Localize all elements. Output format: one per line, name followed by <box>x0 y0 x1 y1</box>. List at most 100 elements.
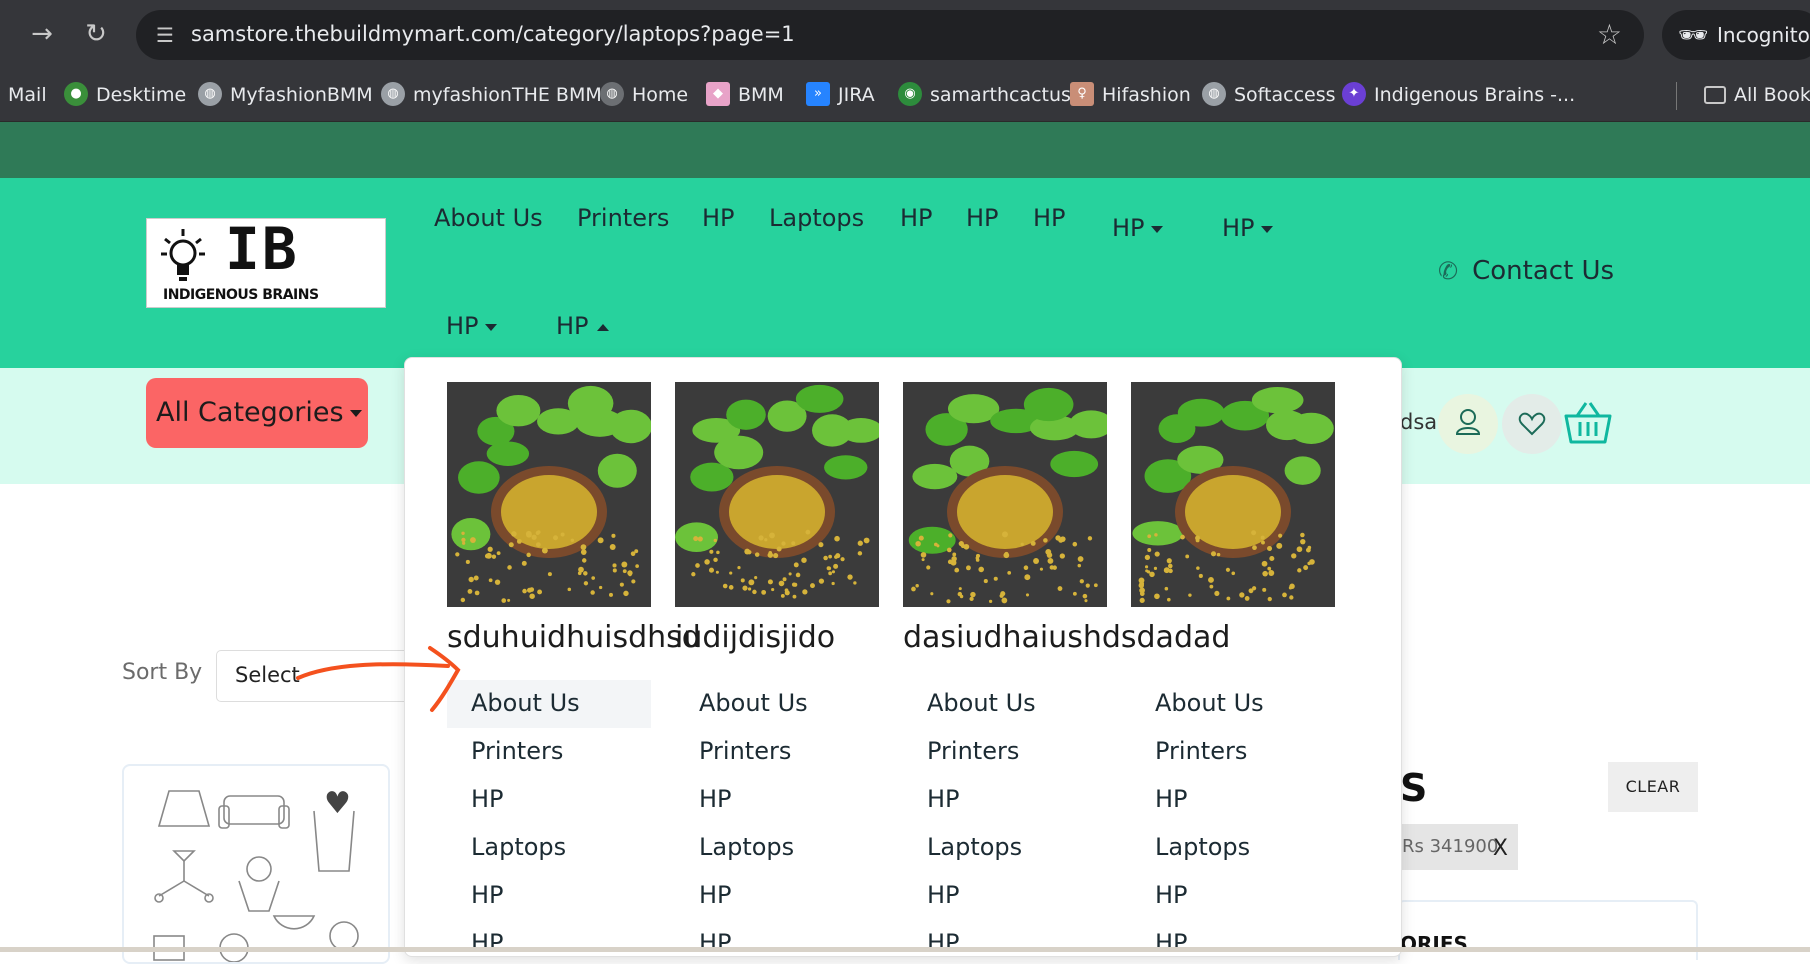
dropdown-link-printers[interactable]: Printers <box>903 728 1107 776</box>
bookmark-myfashionbmm[interactable]: ◍ MyfashionBMM <box>198 78 373 112</box>
seed-dot <box>691 572 696 577</box>
dropdown-link-hp[interactable]: HP <box>903 872 1107 920</box>
seed-dot <box>1000 591 1006 597</box>
bookmark-star-icon[interactable]: ☆ <box>1597 18 1622 51</box>
nav-hp-3[interactable]: HP <box>966 204 999 232</box>
dropdown-link-hp[interactable]: HP <box>447 776 651 824</box>
clear-filters-button[interactable]: CLEAR <box>1608 762 1698 812</box>
dropdown-link-hp[interactable]: HP <box>903 776 1107 824</box>
dropdown-link-about-us[interactable]: About Us <box>1131 680 1335 728</box>
bookmark-home[interactable]: ◍ Home <box>600 78 688 112</box>
nav-hp-dropdown-2[interactable]: HP <box>1222 214 1273 242</box>
leaf <box>1050 450 1099 478</box>
dropdown-link-laptops[interactable]: Laptops <box>1131 824 1335 872</box>
dropdown-link-printers[interactable]: Printers <box>1131 728 1335 776</box>
column-title[interactable]: iudijdisjido <box>675 620 835 655</box>
seed-dot <box>708 567 715 573</box>
nav-hp-2[interactable]: HP <box>900 204 933 232</box>
seed-dot <box>473 575 479 581</box>
contact-us-link[interactable]: ✆ Contact Us <box>1438 256 1614 286</box>
nav-hp-1[interactable]: HP <box>702 204 735 232</box>
search-input[interactable]: dsa <box>1400 410 1437 434</box>
bookmark-bmm[interactable]: ◆ BMM <box>706 78 784 112</box>
bmm-icon: ◆ <box>706 81 730 106</box>
seed-dot <box>911 586 916 592</box>
seed-dot <box>468 576 474 583</box>
seed-dot <box>1082 593 1088 599</box>
address-bar[interactable]: ☰ samstore.thebuildmymart.com/category/l… <box>136 10 1644 60</box>
category-image[interactable] <box>447 382 651 607</box>
dropdown-link-about-us[interactable]: About Us <box>675 680 879 728</box>
seed-dot <box>695 563 700 568</box>
seed-dot <box>1087 536 1093 541</box>
nav-about-us[interactable]: About Us <box>434 204 543 232</box>
dropdown-link-hp[interactable]: HP <box>1131 776 1335 824</box>
bookmark-jira[interactable]: » JIRA <box>806 78 875 112</box>
nav-hp-dropdown-3[interactable]: HP <box>446 312 497 340</box>
remove-chip-button[interactable]: X <box>1493 826 1508 872</box>
seed-dot <box>1033 558 1040 564</box>
nav-hp-4[interactable]: HP <box>1033 204 1066 232</box>
category-image[interactable] <box>1131 382 1335 607</box>
incognito-badge[interactable]: 🕶 Incognito <box>1662 10 1810 60</box>
seed-dot <box>521 560 527 566</box>
bookmark-desktime[interactable]: ● Desktime <box>64 78 186 112</box>
seed-dot <box>612 563 617 568</box>
seed-dot <box>621 561 628 568</box>
product-card[interactable]: ♥ <box>122 764 390 964</box>
seed-dot <box>948 533 953 538</box>
bookmark-softaccess[interactable]: ◍ Softaccess <box>1202 78 1336 112</box>
site-logo[interactable]: IB INDIGENOUS BRAINS <box>146 215 386 308</box>
bookmark-mail[interactable]: Mail <box>8 78 47 112</box>
nav-printers[interactable]: Printers <box>577 204 669 232</box>
dropdown-column-3: dasiudhaiushdsdadad About Us Printers HP… <box>903 382 1230 956</box>
all-bookmarks[interactable]: All Bookm <box>1704 78 1810 112</box>
seed-dot <box>1188 593 1192 597</box>
dropdown-link-printers[interactable]: Printers <box>675 728 879 776</box>
seed-dot <box>1168 568 1173 574</box>
bookmark-indigenous-brains[interactable]: ✦ Indigenous Brains -... <box>1342 78 1575 112</box>
nav-hp-dropdown-1[interactable]: HP <box>1112 214 1163 242</box>
dropdown-link-hp[interactable]: HP <box>1131 872 1335 920</box>
leaf <box>496 394 541 427</box>
category-image[interactable] <box>903 382 1107 607</box>
dropdown-link-hp[interactable]: HP <box>675 776 879 824</box>
reload-icon[interactable]: ↻ <box>80 18 112 50</box>
account-button[interactable] <box>1438 394 1498 454</box>
folder-icon <box>1704 85 1726 104</box>
dropdown-link-hp[interactable]: HP <box>447 872 651 920</box>
column-title[interactable]: dasiudhaiushdsdadad <box>903 620 1230 655</box>
nav-hp-dropdown-open[interactable]: HP <box>556 312 609 340</box>
dropdown-link-about-us[interactable]: About Us <box>447 680 651 728</box>
dropdown-link-printers[interactable]: Printers <box>447 728 651 776</box>
bookmark-hifashion[interactable]: ♀ Hifashion <box>1070 78 1191 112</box>
seed-dot <box>560 532 565 537</box>
wishlist-button[interactable] <box>1502 394 1562 454</box>
seed-dot <box>1045 549 1052 555</box>
dropdown-link-laptops[interactable]: Laptops <box>903 824 1107 872</box>
column-title[interactable]: sduhuidhuisdhsd <box>447 620 701 655</box>
nav-laptops[interactable]: Laptops <box>769 204 864 232</box>
bookmark-myfashion-the-bmm[interactable]: ◍ myfashionTHE BMM <box>381 78 602 112</box>
seed-dot <box>1262 587 1267 592</box>
dropdown-link-laptops[interactable]: Laptops <box>675 824 879 872</box>
wishlist-heart-icon[interactable]: ♥ <box>324 786 351 821</box>
url-text[interactable]: samstore.thebuildmymart.com/category/lap… <box>191 22 795 46</box>
sort-select[interactable]: Select <box>216 650 416 702</box>
nav-hp-dropdown-label: HP <box>446 312 479 340</box>
leaf <box>458 461 500 494</box>
seed-dot <box>934 542 938 547</box>
nav-hp-dropdown-label: HP <box>1112 214 1145 242</box>
forward-icon[interactable]: → <box>26 18 58 50</box>
seed-dot <box>778 580 785 587</box>
seed-dot <box>1001 531 1008 538</box>
all-categories-button[interactable]: All Categories <box>146 378 368 448</box>
category-image[interactable] <box>675 382 879 607</box>
basket-icon[interactable] <box>1562 400 1614 446</box>
bookmark-samarthcactus[interactable]: ◉ samarthcactus <box>898 78 1071 112</box>
site-info-icon[interactable]: ☰ <box>150 20 180 50</box>
dropdown-link-hp[interactable]: HP <box>675 872 879 920</box>
dropdown-link-about-us[interactable]: About Us <box>903 680 1107 728</box>
site-top-strip <box>0 122 1810 178</box>
dropdown-link-laptops[interactable]: Laptops <box>447 824 651 872</box>
